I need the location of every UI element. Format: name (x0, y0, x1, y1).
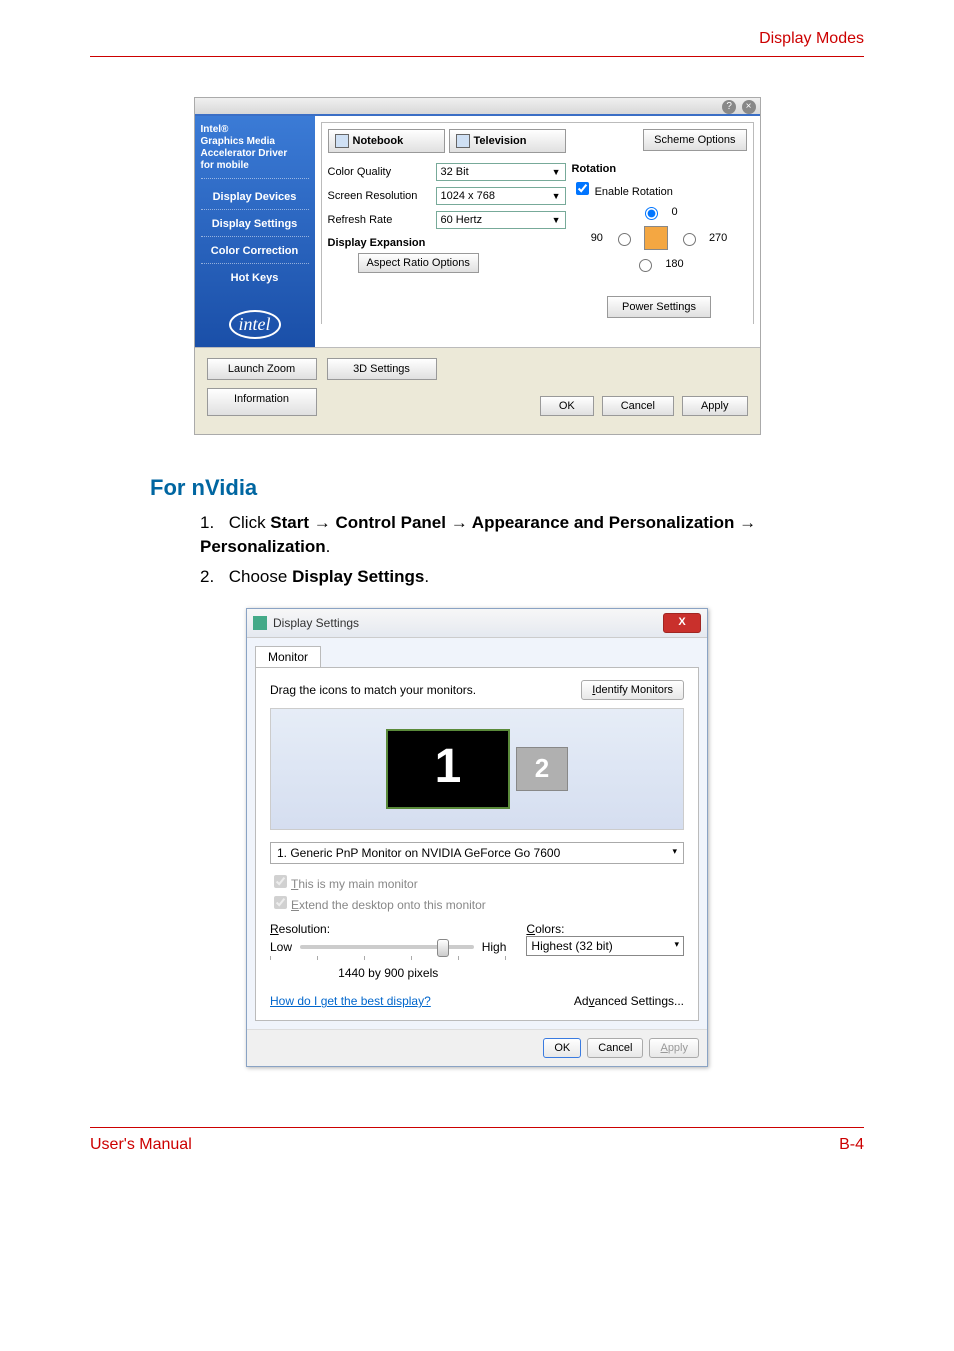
rotation-180-radio[interactable] (639, 259, 652, 272)
resolution-slider[interactable] (300, 945, 474, 949)
color-quality-label: Color Quality (328, 166, 428, 178)
breadcrumb: Display Modes (759, 30, 864, 47)
apply-button[interactable]: Apply (682, 396, 748, 416)
chevron-down-icon: ▾ (672, 846, 677, 860)
step-1: 1. Click Start → Control Panel → Appeara… (200, 511, 864, 559)
step-2: 2. Choose Display Settings. (200, 565, 864, 589)
nav-hot-keys[interactable]: Hot Keys (201, 266, 309, 290)
screen-resolution-select[interactable]: 1024 x 768▼ (436, 187, 566, 205)
refresh-rate-select[interactable]: 60 Hertz▼ (436, 211, 566, 229)
advanced-settings-button[interactable]: Advanced Settings... (574, 994, 684, 1008)
chevron-down-icon: ▼ (552, 191, 561, 201)
tab-notebook[interactable]: Notebook (328, 129, 445, 153)
close-icon[interactable]: × (742, 100, 756, 114)
enable-rotation-checkbox[interactable]: Enable Rotation (572, 179, 747, 198)
intel-titlebar: ? × (195, 98, 760, 114)
cancel-button[interactable]: Cancel (587, 1038, 643, 1058)
3d-settings-button[interactable]: 3D Settings (327, 358, 437, 380)
chevron-down-icon: ▼ (552, 215, 561, 225)
nav-display-devices[interactable]: Display Devices (201, 185, 309, 210)
apply-button: Apply (649, 1038, 699, 1058)
page-footer: User's Manual B-4 (90, 1127, 864, 1154)
scheme-options-button[interactable]: Scheme Options (643, 129, 746, 151)
footer-page: B-4 (839, 1136, 864, 1154)
monitor-select[interactable]: 1. Generic PnP Monitor on NVIDIA GeForce… (270, 842, 684, 864)
monitor-1[interactable]: 1 (386, 729, 510, 809)
intel-brand: Intel® Graphics Media Accelerator Driver… (201, 124, 309, 179)
extend-desktop-checkbox: Extend the desktop onto this monitor (270, 893, 684, 912)
intel-sidebar: Intel® Graphics Media Accelerator Driver… (195, 116, 315, 347)
window-title: Display Settings (273, 616, 359, 630)
tv-icon (456, 134, 470, 148)
chevron-down-icon: ▼ (552, 167, 561, 177)
nav-color-correction[interactable]: Color Correction (201, 239, 309, 264)
aspect-ratio-button[interactable]: Aspect Ratio Options (358, 253, 479, 273)
display-expansion-label: Display Expansion (328, 237, 566, 249)
section-heading: For nVidia (150, 475, 864, 501)
page-header: Display Modes (90, 30, 864, 57)
identify-monitors-button[interactable]: IIdentify Monitorsdentify Monitors (581, 680, 684, 700)
colors-label: Colors: (526, 922, 684, 936)
rotation-270-radio[interactable] (683, 233, 696, 246)
resolution-value: 1440 by 900 pixels (270, 966, 506, 980)
tab-television[interactable]: Television (449, 129, 566, 153)
main-monitor-checkbox: This is my main monitor (270, 872, 684, 891)
colors-select[interactable]: Highest (32 bit) ▾ (526, 936, 684, 956)
ok-button[interactable]: OK (540, 396, 594, 416)
monitor-icon (335, 134, 349, 148)
rotation-title: Rotation (572, 163, 747, 175)
power-settings-button[interactable]: Power Settings (607, 296, 711, 318)
ok-button[interactable]: OK (543, 1038, 581, 1058)
monitor-tab[interactable]: Monitor (255, 646, 321, 667)
close-button[interactable]: X (663, 613, 701, 633)
intel-graphics-dialog: ? × Intel® Graphics Media Accelerator Dr… (194, 97, 761, 435)
launch-zoom-button[interactable]: Launch Zoom (207, 358, 317, 380)
nav-display-settings[interactable]: Display Settings (201, 212, 309, 237)
information-button[interactable]: Information (207, 388, 317, 416)
screen-resolution-label: Screen Resolution (328, 190, 428, 202)
chevron-down-icon: ▾ (674, 939, 679, 953)
refresh-rate-label: Refresh Rate (328, 214, 428, 226)
slider-thumb[interactable] (437, 939, 449, 957)
app-icon (253, 616, 267, 630)
help-link[interactable]: How do I get the best display? (270, 994, 431, 1008)
rotation-90-radio[interactable] (618, 233, 631, 246)
monitor-layout-area[interactable]: 1 2 (270, 708, 684, 830)
cancel-button[interactable]: Cancel (602, 396, 674, 416)
drag-instruction: Drag the icons to match your monitors. (270, 683, 476, 697)
rotation-0-radio[interactable] (645, 207, 658, 220)
footer-manual: User's Manual (90, 1136, 192, 1154)
intel-logo: intel (201, 310, 309, 339)
display-settings-dialog: Display Settings X Monitor Drag the icon… (246, 608, 708, 1067)
help-icon[interactable]: ? (722, 100, 736, 114)
resolution-label: Resolution: (270, 922, 506, 936)
color-quality-select[interactable]: 32 Bit▼ (436, 163, 566, 181)
rotation-preview-icon (644, 226, 668, 250)
monitor-2[interactable]: 2 (516, 747, 568, 791)
